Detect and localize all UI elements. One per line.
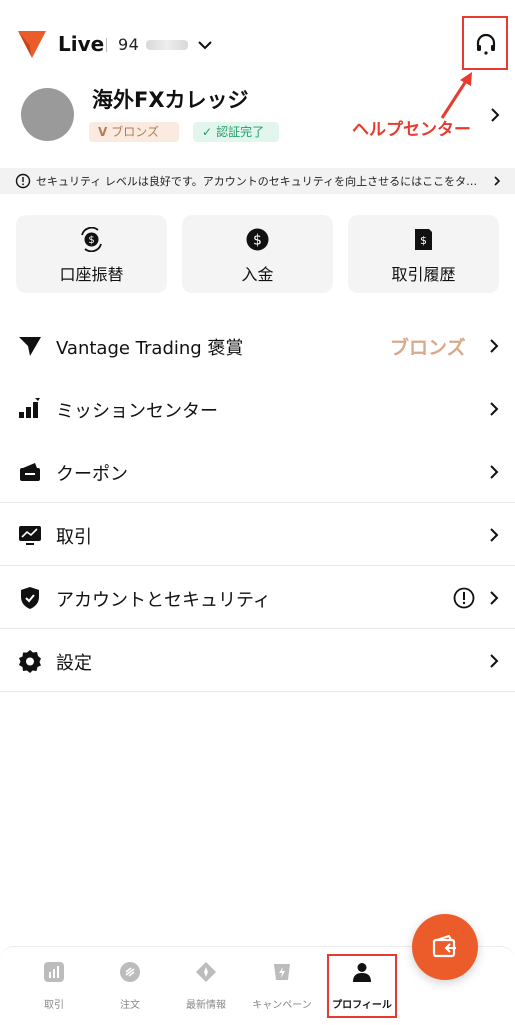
- chevron-right-icon: [490, 654, 499, 668]
- menu-coupon[interactable]: クーポン: [0, 441, 515, 503]
- chevron-right-icon[interactable]: [488, 106, 502, 124]
- check-icon: ✓: [202, 125, 213, 139]
- security-banner-text[interactable]: セキュリティ レベルは良好です。アカウントのセキュリティを向上させるにはここをタ…: [36, 173, 486, 189]
- vantage-logo-icon: [19, 337, 41, 356]
- warning-icon: [453, 587, 475, 609]
- chevron-right-icon: [490, 465, 499, 479]
- trading-icon: [19, 526, 41, 545]
- nav-campaign-label: キャンペーン: [252, 1000, 312, 1011]
- history-button[interactable]: $ 取引履歴: [348, 215, 499, 293]
- transfer-icon: $: [81, 227, 102, 252]
- profile-highlight: [327, 954, 397, 1018]
- svg-text:$: $: [420, 234, 427, 247]
- menu-rewards[interactable]: Vantage Trading 褒賞 ブロンズ: [0, 315, 515, 377]
- divider: [0, 691, 515, 692]
- verified-badge-label: 認証完了: [216, 125, 265, 139]
- deposit-button[interactable]: $ 入金: [182, 215, 333, 293]
- svg-text:$: $: [253, 233, 262, 249]
- transfer-button[interactable]: $ 口座振替: [16, 215, 167, 293]
- vantage-logo-icon: [18, 31, 46, 58]
- svg-text:$: $: [88, 235, 94, 246]
- account-number[interactable]: 94: [118, 35, 139, 54]
- chevron-right-icon[interactable]: [492, 175, 502, 187]
- shield-icon: [21, 587, 39, 609]
- chevron-down-icon[interactable]: [196, 36, 214, 54]
- wallet-fab[interactable]: [412, 914, 478, 980]
- divider: [0, 628, 515, 629]
- profile-name: 海外FXカレッジ: [92, 88, 249, 112]
- rewards-tier: ブロンズ: [390, 337, 466, 359]
- orders-icon: [120, 962, 140, 982]
- account-security-label: アカウントとセキュリティ: [56, 590, 271, 611]
- history-label: 取引履歴: [391, 265, 456, 284]
- deposit-label: 入金: [241, 265, 274, 284]
- verified-badge: ✓ 認証完了: [193, 122, 279, 142]
- nav-orders[interactable]: 注文: [91, 947, 169, 1025]
- mission-icon: [19, 398, 40, 418]
- chevron-right-icon: [490, 339, 499, 353]
- mission-center-label: ミッションセンター: [56, 401, 218, 422]
- help-center-label: ヘルプセンター: [352, 120, 471, 140]
- menu-mission-center[interactable]: ミッションセンター: [0, 378, 515, 440]
- tier-badge: V ブロンズ: [89, 122, 179, 142]
- gear-icon: [19, 650, 41, 673]
- menu-trading[interactable]: 取引: [0, 504, 515, 566]
- settings-label: 設定: [56, 653, 92, 674]
- bronze-v-icon: V: [98, 125, 108, 139]
- nav-news[interactable]: 最新情報: [167, 947, 245, 1025]
- rewards-label: Vantage Trading 褒賞: [56, 338, 244, 359]
- divider: [0, 565, 515, 566]
- chevron-right-icon: [490, 591, 499, 605]
- dollar-icon: $: [246, 228, 269, 251]
- menu-settings[interactable]: 設定: [0, 630, 515, 692]
- headset-icon[interactable]: [474, 32, 498, 56]
- menu-account-security[interactable]: アカウントとセキュリティ: [0, 567, 515, 629]
- divider: [0, 502, 515, 503]
- nav-trade-label: 取引: [44, 1000, 64, 1011]
- tier-badge-label: ブロンズ: [111, 125, 160, 139]
- account-number-masked: [146, 40, 188, 50]
- campaign-icon: [274, 964, 290, 980]
- news-icon: [196, 962, 216, 982]
- wallet-icon: [432, 934, 456, 958]
- info-icon: [15, 173, 31, 189]
- nav-trade[interactable]: 取引: [15, 947, 93, 1025]
- transfer-label: 口座振替: [59, 265, 124, 284]
- chevron-right-icon: [490, 402, 499, 416]
- chevron-right-icon: [490, 528, 499, 542]
- coupon-icon: [20, 463, 40, 481]
- chart-icon: [44, 962, 64, 982]
- history-icon: $: [415, 229, 432, 250]
- account-mode: Live: [58, 32, 105, 56]
- nav-orders-label: 注文: [120, 1000, 140, 1011]
- coupon-label: クーポン: [56, 464, 128, 485]
- arrow-annotation: [440, 72, 472, 119]
- nav-news-label: 最新情報: [186, 1000, 226, 1011]
- divider: [106, 38, 107, 52]
- trading-label: 取引: [56, 527, 92, 548]
- nav-campaign[interactable]: キャンペーン: [243, 947, 321, 1025]
- avatar[interactable]: [21, 88, 74, 141]
